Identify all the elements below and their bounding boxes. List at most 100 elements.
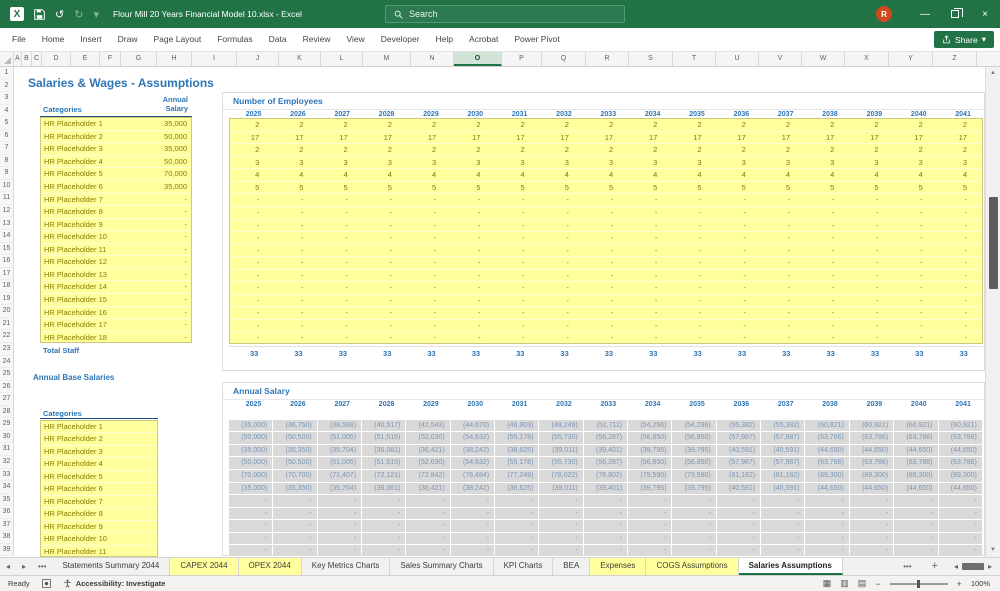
row-header-9[interactable]: 9: [0, 167, 14, 180]
annual-salary-row[interactable]: (35,000) (35,350) (35,704) (36,061) (36,421)…: [229, 482, 983, 496]
column-header-Y[interactable]: Y: [889, 52, 933, 66]
row-header-14[interactable]: 14: [0, 230, 14, 243]
base-salary-row[interactable]: HR Placeholder 2: [41, 433, 157, 446]
zoom-in-icon[interactable]: +: [957, 579, 962, 589]
ribbon-tab-power-pivot[interactable]: Power Pivot: [506, 28, 567, 51]
sheet-tab-key-metrics-charts[interactable]: Key Metrics Charts: [302, 558, 391, 575]
hscroll-right-icon[interactable]: ▸: [986, 558, 994, 575]
employees-row[interactable]: 3 3 3 3 3 3 3 3 3 3 3 3 3 3 3 3 3: [230, 157, 982, 170]
column-header-K[interactable]: K: [279, 52, 321, 66]
employees-row[interactable]: -----------------: [230, 320, 982, 333]
sheet-tab-expenses[interactable]: Expenses: [590, 558, 647, 575]
employees-row[interactable]: 2 2 2 2 2 2 2 2 2 2 2 2 2 2 2 2 2: [230, 119, 982, 132]
column-header-X[interactable]: X: [845, 52, 889, 66]
page-layout-view-icon[interactable]: ▥: [840, 578, 849, 589]
zoom-level[interactable]: 100%: [971, 579, 990, 588]
sheet-tab-sales-summary-charts[interactable]: Sales Summary Charts: [390, 558, 494, 575]
staff-row[interactable]: HR Placeholder 8 -: [41, 206, 191, 219]
staff-row[interactable]: HR Placeholder 7 -: [41, 194, 191, 207]
row-header-25[interactable]: 25: [0, 368, 14, 381]
row-header-24[interactable]: 24: [0, 355, 14, 369]
next-sheet-icon[interactable]: ▸: [16, 558, 32, 575]
staff-row[interactable]: HR Placeholder 5 70,000: [41, 168, 191, 182]
employees-row[interactable]: 2 2 2 2 2 2 2 2 2 2 2 2 2 2 2 2 2: [230, 144, 982, 157]
column-header-L[interactable]: L: [321, 52, 363, 66]
row-header-38[interactable]: 38: [0, 531, 14, 544]
row-header-26[interactable]: 26: [0, 380, 14, 394]
row-header-31[interactable]: 31: [0, 443, 14, 456]
ribbon-tab-developer[interactable]: Developer: [373, 28, 428, 51]
column-header-F[interactable]: F: [100, 52, 121, 66]
ribbon-tab-help[interactable]: Help: [428, 28, 461, 51]
column-header-G[interactable]: G: [121, 52, 157, 66]
staff-row[interactable]: HR Placeholder 6 35,000: [41, 181, 191, 194]
row-header-33[interactable]: 33: [0, 468, 14, 482]
horizontal-scrollbar[interactable]: ◂ ▸: [952, 558, 994, 575]
row-header-5[interactable]: 5: [0, 117, 14, 130]
annual-salary-row[interactable]: -----------------: [229, 507, 983, 521]
staff-row[interactable]: HR Placeholder 17 -: [41, 319, 191, 332]
row-header-27[interactable]: 27: [0, 393, 14, 406]
ribbon-tab-view[interactable]: View: [339, 28, 373, 51]
annual-salary-row[interactable]: (35,000) (36,750) (38,588) (40,517) (42,543)…: [229, 419, 983, 433]
base-salary-row[interactable]: HR Placeholder 8: [41, 508, 157, 521]
add-sheet-button[interactable]: +: [926, 558, 944, 575]
annual-salary-row[interactable]: -----------------: [229, 545, 983, 555]
annual-salary-row[interactable]: -----------------: [229, 495, 983, 508]
row-header-37[interactable]: 37: [0, 518, 14, 532]
vertical-scrollbar-thumb[interactable]: [989, 197, 998, 289]
employees-row[interactable]: -----------------: [230, 270, 982, 283]
zoom-slider[interactable]: [889, 579, 948, 588]
column-header-D[interactable]: D: [42, 52, 71, 66]
ribbon-tab-page-layout[interactable]: Page Layout: [146, 28, 210, 51]
employees-row[interactable]: -----------------: [230, 207, 982, 220]
sheet-tab-capex-2044[interactable]: CAPEX 2044: [170, 558, 239, 575]
column-header-W[interactable]: W: [802, 52, 845, 66]
column-header-Q[interactable]: Q: [542, 52, 586, 66]
employees-grid[interactable]: 2 2 2 2 2 2 2 2 2 2 2 2 2 2 2 2 2 17 17 17 17 17 17 17 17 17 17 17 1…: [229, 118, 983, 345]
staff-row[interactable]: HR Placeholder 12 -: [41, 256, 191, 269]
column-header-P[interactable]: P: [502, 52, 542, 66]
row-header-17[interactable]: 17: [0, 267, 14, 281]
row-header-7[interactable]: 7: [0, 142, 14, 155]
base-salary-row[interactable]: HR Placeholder 9: [41, 521, 157, 534]
row-header-19[interactable]: 19: [0, 292, 14, 306]
row-header-36[interactable]: 36: [0, 506, 14, 519]
page-break-view-icon[interactable]: ▤: [858, 578, 867, 589]
staff-row[interactable]: HR Placeholder 11 -: [41, 244, 191, 257]
row-header-39[interactable]: 39: [0, 543, 14, 557]
row-header-4[interactable]: 4: [0, 104, 14, 118]
row-header-2[interactable]: 2: [0, 79, 14, 93]
sheet-tab-bea[interactable]: BEA: [553, 558, 591, 575]
row-header-18[interactable]: 18: [0, 280, 14, 293]
base-salary-row[interactable]: HR Placeholder 11: [41, 546, 157, 556]
row-header-12[interactable]: 12: [0, 205, 14, 218]
base-salaries-input-block[interactable]: HR Placeholder 1 HR Placeholder 2 HR Place…: [40, 419, 158, 557]
staff-row[interactable]: HR Placeholder 4 50,000: [41, 156, 191, 169]
scroll-up-icon[interactable]: ▲: [986, 67, 1000, 80]
column-header-B[interactable]: B: [22, 52, 32, 66]
employees-row[interactable]: -----------------: [230, 295, 982, 308]
row-header-11[interactable]: 11: [0, 192, 14, 206]
employees-row[interactable]: 4 4 4 4 4 4 4 4 4 4 4 4 4 4 4 4 4: [230, 169, 982, 182]
employees-row[interactable]: -----------------: [230, 257, 982, 270]
staff-row[interactable]: HR Placeholder 16 -: [41, 307, 191, 320]
restore-button[interactable]: [940, 0, 970, 28]
horizontal-scrollbar-thumb[interactable]: [961, 563, 984, 570]
column-header-R[interactable]: R: [586, 52, 629, 66]
row-header-30[interactable]: 30: [0, 430, 14, 444]
employees-row[interactable]: 5 5 5 5 5 5 5 5 5 5 5 5 5 5 5 5 5: [230, 182, 982, 195]
sheet-tab-kpi-charts[interactable]: KPI Charts: [494, 558, 554, 575]
annual-salary-row[interactable]: (35,000) (35,350) (35,704) (36,061) (36,421)…: [229, 444, 983, 458]
sheet-list-icon[interactable]: •••: [32, 558, 52, 575]
row-header-13[interactable]: 13: [0, 217, 14, 231]
column-header-C[interactable]: C: [32, 52, 42, 66]
column-header-U[interactable]: U: [716, 52, 759, 66]
accessibility-status[interactable]: Accessibility: Investigate: [76, 579, 166, 588]
row-header-32[interactable]: 32: [0, 455, 14, 469]
employees-row[interactable]: -----------------: [230, 307, 982, 320]
ribbon-tab-insert[interactable]: Insert: [72, 28, 109, 51]
row-header-10[interactable]: 10: [0, 179, 14, 193]
base-salary-row[interactable]: HR Placeholder 4: [41, 458, 157, 471]
more-sheets-icon[interactable]: •••: [897, 558, 917, 575]
